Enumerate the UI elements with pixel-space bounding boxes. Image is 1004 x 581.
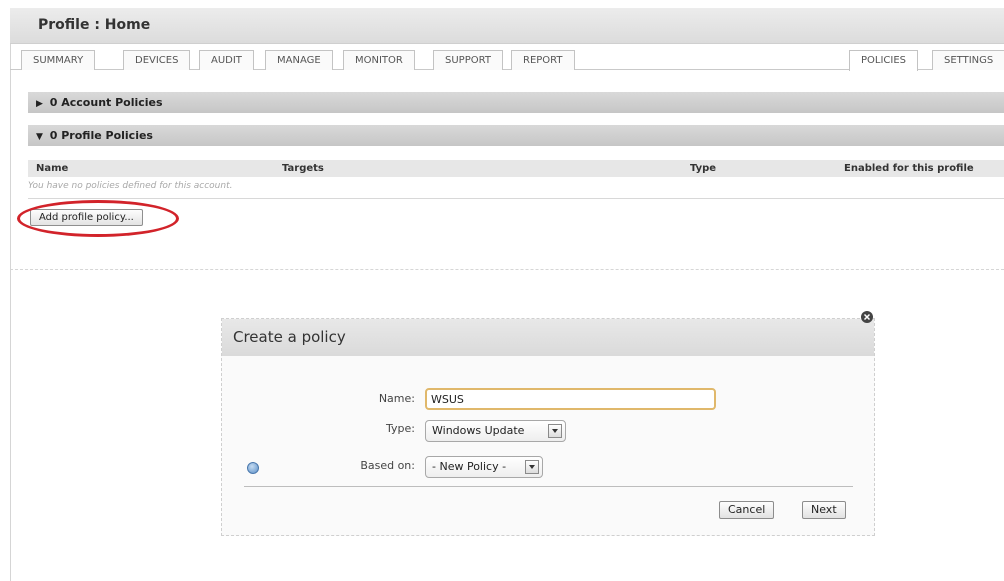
page-left-border [10, 10, 11, 581]
page: Profile : Home SUMMARY DEVICES AUDIT MAN… [0, 0, 1004, 581]
tab-audit[interactable]: AUDIT [199, 50, 254, 70]
column-name: Name [36, 163, 69, 174]
policies-table-header: Name Targets Type Enabled for this profi… [28, 160, 1004, 177]
profile-policies-header[interactable]: ▼ 0 Profile Policies [28, 125, 1004, 146]
tab-report[interactable]: REPORT [511, 50, 575, 70]
tab-devices[interactable]: DEVICES [123, 50, 191, 70]
based-on-select[interactable]: - New Policy - [425, 456, 543, 478]
tab-manage[interactable]: MANAGE [265, 50, 333, 70]
page-title: Profile : Home [38, 17, 151, 33]
page-header: Profile : Home [10, 8, 1004, 44]
name-label: Name: [378, 392, 415, 405]
type-select[interactable]: Windows Update [425, 420, 566, 442]
chevron-down-icon [525, 460, 539, 474]
based-on-label: Based on: [360, 459, 415, 472]
column-type: Type [690, 163, 717, 174]
dialog-title: Create a policy [233, 328, 346, 346]
collapse-triangle-icon: ▼ [36, 132, 43, 142]
create-policy-dialog: Create a policy Name: Type: Windows Upda… [221, 318, 875, 536]
dialog-title-bar: Create a policy [222, 319, 874, 356]
next-button[interactable]: Next [802, 501, 846, 519]
column-enabled: Enabled for this profile [844, 163, 974, 174]
tab-settings[interactable]: SETTINGS [932, 50, 1004, 70]
profile-policies-label: 0 Profile Policies [49, 129, 153, 142]
highlight-annotation [17, 200, 179, 237]
tab-support[interactable]: SUPPORT [433, 50, 503, 70]
chevron-down-icon [548, 424, 562, 438]
close-icon[interactable] [860, 310, 874, 324]
empty-table-message: You have no policies defined for this ac… [28, 181, 233, 191]
cancel-button[interactable]: Cancel [719, 501, 775, 519]
dialog-divider [244, 486, 853, 487]
tab-summary[interactable]: SUMMARY [21, 50, 96, 70]
account-policies-label: 0 Account Policies [49, 96, 163, 109]
column-targets: Targets [282, 163, 324, 174]
tab-policies[interactable]: POLICIES [849, 50, 919, 71]
based-on-select-value: - New Policy - [432, 460, 507, 473]
help-icon[interactable] [247, 462, 259, 474]
tab-bar: SUMMARY DEVICES AUDIT MANAGE MONITOR SUP… [10, 44, 1004, 71]
tab-monitor[interactable]: MONITOR [343, 50, 415, 70]
table-divider [28, 198, 1004, 199]
expand-triangle-icon: ▶ [36, 99, 43, 109]
type-label: Type: [386, 422, 415, 435]
policy-name-input[interactable] [425, 388, 716, 410]
type-select-value: Windows Update [432, 424, 525, 437]
dashed-separator [10, 269, 1004, 270]
account-policies-header[interactable]: ▶ 0 Account Policies [28, 92, 1004, 113]
